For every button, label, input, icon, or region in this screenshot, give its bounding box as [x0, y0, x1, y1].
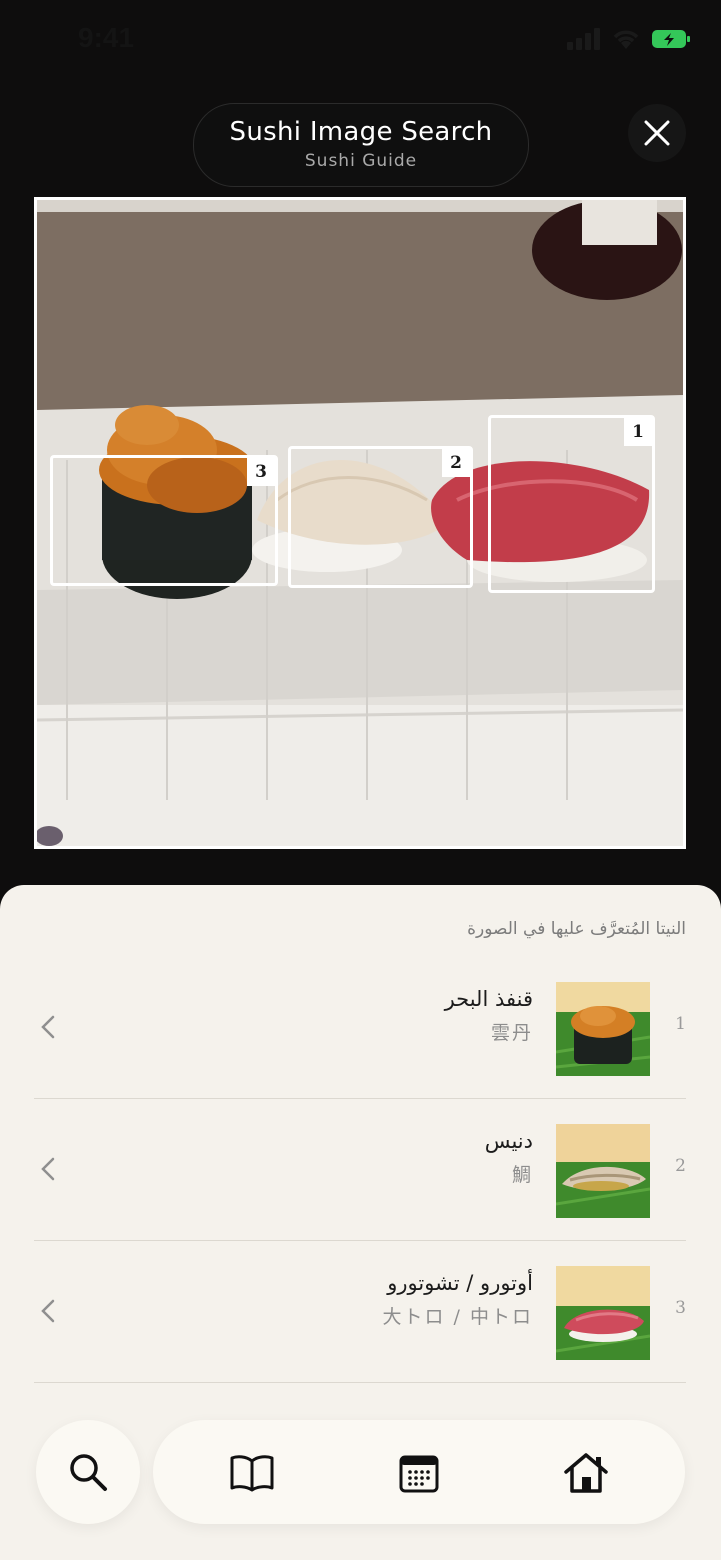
result-text: دنيس 鯛 — [485, 1129, 533, 1187]
result-name: أوتورو / تشوتورو — [387, 1271, 533, 1295]
page-title: Sushi Image Search — [229, 117, 493, 147]
page-subtitle: Sushi Guide — [304, 151, 418, 171]
book-icon — [230, 1455, 274, 1492]
chevron-left-icon — [41, 1299, 55, 1323]
result-name: دنيس — [484, 1129, 533, 1153]
results-heading: النيتا المُتعرَّف عليها في الصورة — [467, 919, 686, 939]
calendar-icon — [399, 1455, 439, 1493]
result-number: 3 — [675, 1298, 686, 1318]
result-japanese: 雲丹 — [490, 1022, 533, 1044]
tab-bar — [153, 1420, 685, 1524]
detection-box-2[interactable]: 2 — [288, 446, 473, 588]
battery-icon — [652, 30, 690, 48]
close-button[interactable] — [628, 104, 686, 162]
tab-guide[interactable] — [229, 1450, 275, 1496]
cellular-signal-icon — [567, 28, 600, 50]
result-text: قنفذ البحر 雲丹 — [445, 987, 533, 1045]
tab-home[interactable] — [563, 1450, 609, 1496]
result-japanese: 大トロ / 中トロ — [382, 1306, 533, 1328]
status-time: 9:41 — [78, 22, 135, 53]
result-number: 2 — [675, 1156, 686, 1176]
title-pill: Sushi Image Search Sushi Guide — [193, 103, 529, 187]
result-thumbnail — [556, 982, 650, 1076]
result-row-3[interactable]: 3 أوتورو / تشوتورو 大トロ / 中トロ — [34, 1241, 686, 1383]
detection-number: 1 — [624, 418, 652, 446]
search-icon — [70, 1454, 107, 1491]
result-japanese: 鯛 — [511, 1164, 533, 1186]
result-text: أوتورو / تشوتورو 大トロ / 中トロ — [383, 1271, 533, 1329]
chevron-left-icon — [41, 1015, 55, 1039]
result-row-2[interactable]: 2 دنيس 鯛 — [34, 1099, 686, 1241]
detection-box-1[interactable]: 1 — [488, 415, 655, 593]
status-icons — [567, 28, 691, 50]
result-number: 1 — [675, 1014, 686, 1034]
wifi-icon — [613, 30, 639, 49]
result-thumbnail — [556, 1124, 650, 1218]
chevron-left-icon — [41, 1157, 55, 1181]
tab-calendar[interactable] — [396, 1450, 442, 1496]
home-icon — [564, 1453, 608, 1493]
status-bar: 9:41 — [0, 0, 721, 84]
search-photo: 1 2 3 — [34, 197, 686, 849]
result-row-1[interactable]: 1 قنفذ البحر 雲丹 — [34, 957, 686, 1099]
detection-box-3[interactable]: 3 — [50, 455, 278, 586]
divider — [34, 1382, 686, 1383]
result-thumbnail — [556, 1266, 650, 1360]
detection-number: 2 — [442, 449, 470, 477]
detection-number: 3 — [247, 458, 275, 486]
close-icon — [644, 120, 670, 146]
search-tab-button[interactable] — [36, 1420, 140, 1524]
result-name: قنفذ البحر — [444, 987, 533, 1011]
